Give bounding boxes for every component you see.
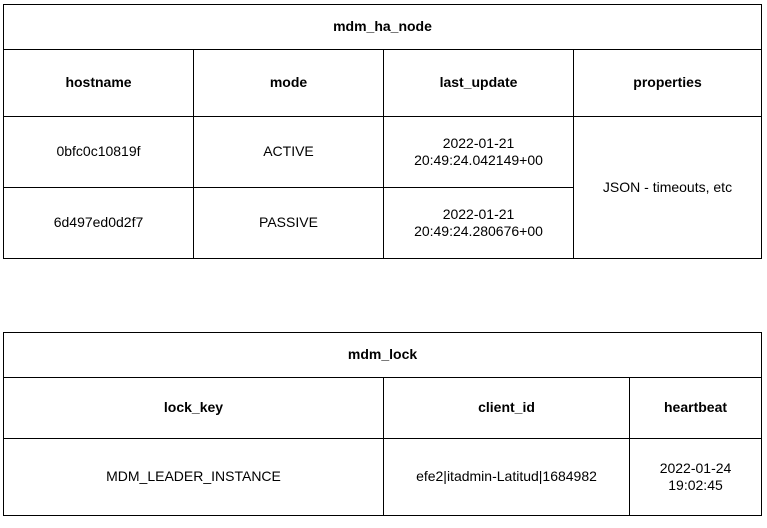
col-client-id: client_id [384,378,630,439]
col-mode: mode [194,50,384,117]
cell-lock-key: MDM_LEADER_INSTANCE [4,439,384,516]
cell-hostname: 0bfc0c10819f [4,117,194,188]
table-header-row: hostname mode last_update properties [4,50,762,117]
table-row: MDM_LEADER_INSTANCE efe2|itadmin-Latitud… [4,439,762,516]
cell-properties-merged: JSON - timeouts, etc [574,117,762,259]
table-header-row: lock_key client_id heartbeat [4,378,762,439]
cell-mode: ACTIVE [194,117,384,188]
col-properties: properties [574,50,762,117]
mdm-lock-table: mdm_lock lock_key client_id heartbeat MD… [3,332,762,516]
cell-heartbeat: 2022-01-24 19:02:45 [630,439,762,516]
table-row: 0bfc0c10819f ACTIVE 2022-01-21 20:49:24.… [4,117,762,188]
cell-last-update: 2022-01-21 20:49:24.280676+00 [384,188,574,259]
col-heartbeat: heartbeat [630,378,762,439]
cell-mode: PASSIVE [194,188,384,259]
table-title-row: mdm_lock [4,333,762,378]
canvas: mdm_ha_node hostname mode last_update pr… [0,0,767,528]
cell-client-id: efe2|itadmin-Latitud|1684982 [384,439,630,516]
cell-last-update: 2022-01-21 20:49:24.042149+00 [384,117,574,188]
mdm-ha-node-table: mdm_ha_node hostname mode last_update pr… [3,4,762,259]
mdm-ha-node-title: mdm_ha_node [4,5,762,50]
col-hostname: hostname [4,50,194,117]
col-lock-key: lock_key [4,378,384,439]
cell-hostname: 6d497ed0d2f7 [4,188,194,259]
col-last-update: last_update [384,50,574,117]
mdm-lock-title: mdm_lock [4,333,762,378]
table-title-row: mdm_ha_node [4,5,762,50]
